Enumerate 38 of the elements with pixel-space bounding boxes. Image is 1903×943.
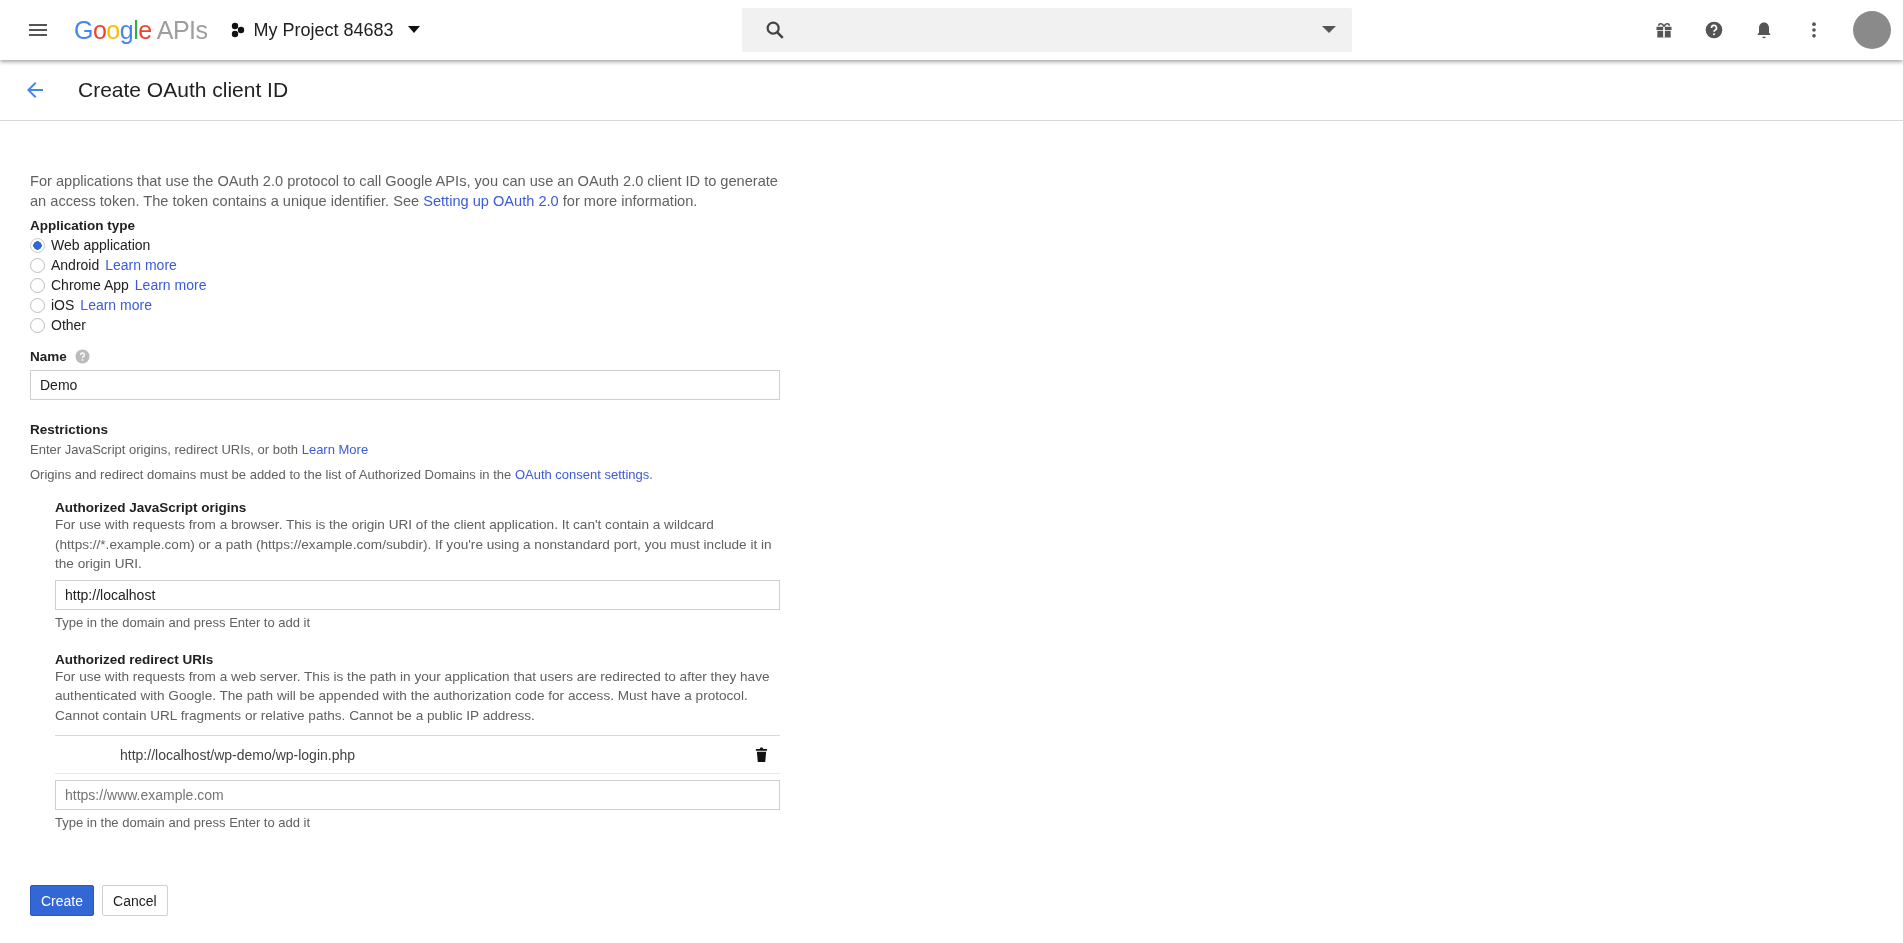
field-label: Name (30, 349, 67, 364)
project-selector[interactable]: My Project 84683 (225, 15, 424, 45)
subsection-title: Authorized JavaScript origins (55, 500, 248, 515)
learn-more-link[interactable]: Learn more (134, 277, 207, 293)
radio-button[interactable] (30, 237, 45, 253)
restrictions-note: Enter JavaScript origins, redirect URIs, or both Learn More (30, 441, 370, 459)
uri-input-field[interactable]: https://www.example.com (55, 780, 780, 810)
radio-label[interactable]: Web application (51, 237, 151, 253)
learn-more-link[interactable]: Learn more (105, 257, 177, 273)
name-field[interactable]: Demo (30, 370, 780, 400)
radio-label[interactable]: Other (51, 317, 86, 333)
trash-icon[interactable] (755, 747, 768, 762)
field-label: Application type (30, 218, 136, 233)
create-button[interactable]: Create (30, 885, 95, 916)
field-hint: Type in the domain and press Enter to add it (55, 815, 312, 830)
avatar[interactable] (1853, 11, 1891, 49)
restrictions-note: Origins and redirect domains must be added to the list of Authorized Domains in the OAuth consent settings. (30, 466, 654, 484)
radio-label[interactable]: iOS (51, 297, 75, 313)
caret-icon (407, 26, 420, 34)
field-hint: Type in the domain and press Enter to add it (55, 614, 312, 630)
learn-more-link[interactable]: Learn more (80, 297, 152, 313)
intro-text: For applications that use the OAuth 2.0 protocol to call Google APIs, you can use an OAuth 2.0 client ID to generate an access token. The token contains a unique identifier. See Setting up OAuth 2.0 for more information. (30, 172, 779, 211)
search-field[interactable] (741, 8, 1352, 52)
uri-entry: http://localhost/wp-demo/wp-login.php (120, 746, 356, 763)
project-dots-icon (229, 22, 246, 38)
link[interactable]: Learn More (301, 442, 369, 457)
link[interactable]: Setting up OAuth 2.0 (423, 193, 559, 209)
subsection-title: Authorized redirect URIs (55, 651, 215, 667)
caret-icon[interactable] (1321, 26, 1336, 34)
google-apis-logo[interactable]: Google APIs (74, 15, 208, 45)
page-title: Create OAuth client ID (78, 78, 289, 102)
uri-input-field[interactable]: http://localhost (55, 579, 780, 610)
cancel-button[interactable]: Cancel (102, 885, 168, 916)
radio-label[interactable]: Chrome App (51, 277, 129, 293)
radio-label[interactable]: Android (51, 257, 100, 273)
section-title: Restrictions (30, 422, 110, 437)
subsection-description: For use with requests from a browser. This is the origin URI of the client application. It can't contain a wildcard (https://*.example.com) or a path (https://example.com/subdir). If you're using a nonstandard port, you must include it in the origin URI. (55, 516, 773, 573)
subsection-description: For use with requests from a web server. This is the path in your application that users are redirected to after they have authenticated with Google. The path will be appended with the authorization code for access. Must have a protocol. Cannot contain URL fragments or relative paths. Cannot be a public IP address. (55, 667, 771, 725)
